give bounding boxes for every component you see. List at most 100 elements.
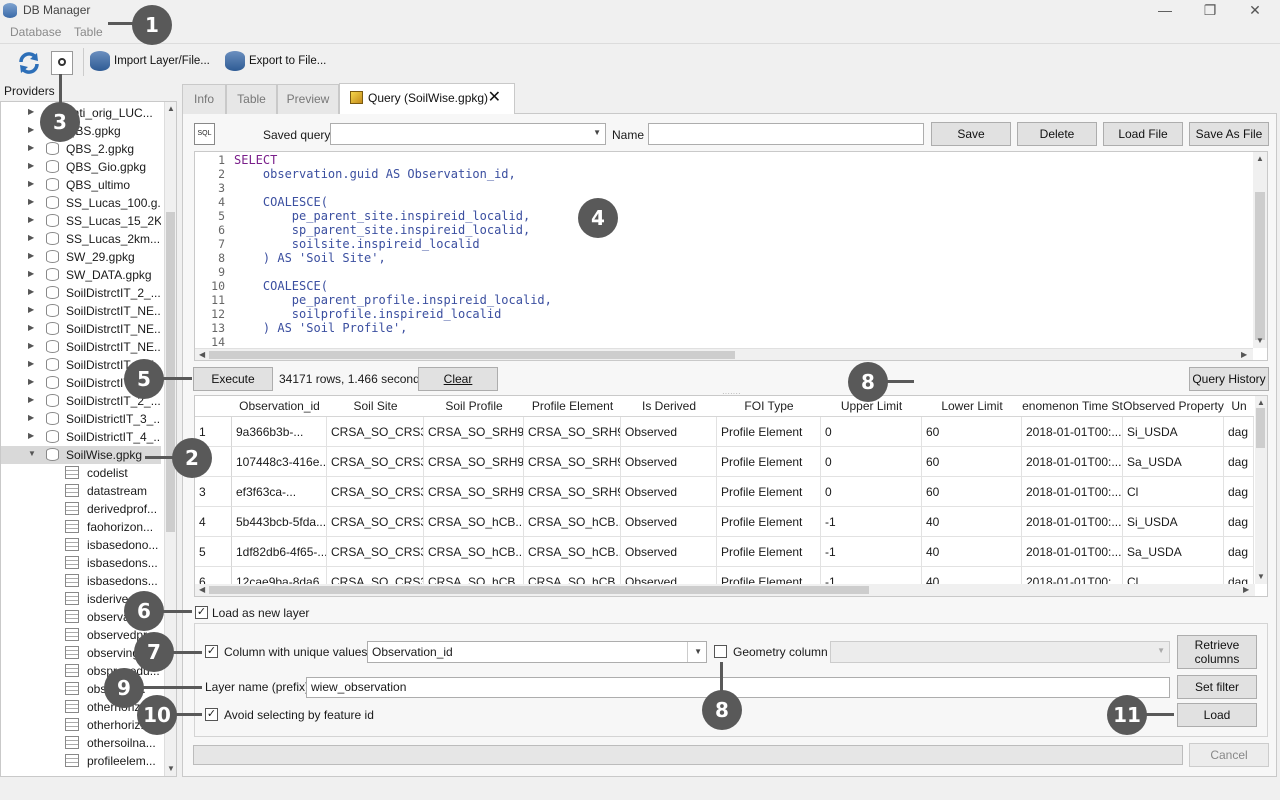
table-cell[interactable]: Si_USDA — [1123, 507, 1224, 537]
table-cell[interactable]: Sa_USDA — [1123, 537, 1224, 567]
table-cell[interactable]: ef3f63ca-... — [232, 477, 327, 507]
set-filter-button[interactable]: Set filter — [1177, 675, 1257, 699]
chevron-right-icon[interactable]: ▶ — [28, 287, 34, 296]
table-cell[interactable]: 107448c3-416e... — [232, 447, 327, 477]
tree-item-provider[interactable]: ▶ QBS.gpkg — [1, 122, 161, 140]
unique-column-combo[interactable]: Observation_id ▼ — [367, 641, 707, 663]
table-cell[interactable]: Profile Element — [717, 507, 821, 537]
table-cell[interactable]: 60 — [922, 477, 1022, 507]
column-header[interactable]: Soil Site — [327, 396, 424, 417]
table-cell[interactable]: CRSA_SO_hCB... — [524, 537, 621, 567]
scroll-up-icon[interactable]: ▲ — [167, 104, 175, 113]
tree-item-provider[interactable]: ▶ SW_29.gpkg — [1, 248, 161, 266]
query-history-button[interactable]: Query History — [1189, 367, 1269, 391]
table-cell[interactable]: CRSA_SO_hCB... — [524, 507, 621, 537]
tree-item-table[interactable]: codelist — [1, 464, 161, 482]
avoid-selecting-checkbox[interactable]: ✓ — [205, 708, 218, 721]
scroll-down-icon[interactable]: ▼ — [1257, 572, 1265, 581]
scroll-left-icon[interactable]: ◀ — [199, 585, 205, 594]
row-header[interactable]: 5 — [195, 537, 232, 567]
table-cell[interactable]: 2018-01-01T00:... — [1022, 447, 1123, 477]
table-cell[interactable]: 0 — [821, 477, 922, 507]
menu-table[interactable]: Table — [74, 25, 103, 39]
table-cell[interactable]: Observed — [621, 477, 717, 507]
query-name-input[interactable] — [648, 123, 924, 145]
tree-item-provider[interactable]: ▶ SW_DATA.gpkg — [1, 266, 161, 284]
results-table[interactable]: Observation_id Soil Site Soil Profile Profi… — [194, 395, 1268, 597]
chevron-right-icon[interactable]: ▶ — [28, 197, 34, 206]
tree-item-provider[interactable]: ▶ QBS_2.gpkg — [1, 140, 161, 158]
table-cell[interactable]: dag — [1224, 417, 1254, 447]
maximize-icon[interactable]: ❐ — [1195, 1, 1225, 21]
chevron-right-icon[interactable]: ▶ — [28, 233, 34, 242]
tree-item-table[interactable]: derivedprof... — [1, 500, 161, 518]
table-cell[interactable]: 1df82db6-4f65-... — [232, 537, 327, 567]
chevron-right-icon[interactable]: ▶ — [28, 179, 34, 188]
chevron-right-icon[interactable]: ▶ — [28, 251, 34, 260]
tree-item-selected[interactable]: ▼ SoilWise.gpkg — [1, 446, 161, 464]
table-cell[interactable]: 40 — [922, 507, 1022, 537]
tree-item-provider[interactable]: ▶ SS_Lucas_2km.... — [1, 230, 161, 248]
retrieve-columns-button[interactable]: Retrieve columns — [1177, 635, 1257, 669]
chevron-right-icon[interactable]: ▶ — [28, 377, 34, 386]
editor-vscrollbar[interactable]: ▲ ▼ — [1253, 152, 1267, 348]
table-cell[interactable]: dag — [1224, 507, 1254, 537]
table-cell[interactable]: 2018-01-01T00:... — [1022, 507, 1123, 537]
table-cell[interactable]: CRSA_SO_SRH9... — [524, 447, 621, 477]
tree-item-provider[interactable]: ▶ SS_Lucas_15_2K... — [1, 212, 161, 230]
editor-hscrollbar[interactable]: ◀ ▶ — [195, 348, 1253, 360]
table-cell[interactable]: 2018-01-01T00:... — [1022, 537, 1123, 567]
chevron-right-icon[interactable]: ▶ — [28, 305, 34, 314]
table-cell[interactable]: -1 — [821, 537, 922, 567]
chevron-right-icon[interactable]: ▶ — [28, 125, 34, 134]
table-cell[interactable]: CRSA_SO_SRH9... — [424, 417, 524, 447]
table-cell[interactable]: 60 — [922, 417, 1022, 447]
scroll-up-icon[interactable]: ▲ — [1256, 154, 1264, 163]
table-cell[interactable]: CRSA_SO_hCB... — [424, 537, 524, 567]
table-cell[interactable]: dag — [1224, 477, 1254, 507]
table-cell[interactable]: Observed — [621, 537, 717, 567]
results-vscrollbar[interactable]: ▲ ▼ — [1255, 396, 1267, 584]
sql-icon-button[interactable]: SQL — [194, 123, 215, 145]
tree-item-table[interactable]: profileelem... — [1, 752, 161, 770]
execute-button[interactable]: Execute — [193, 367, 273, 391]
column-header[interactable]: Soil Profile — [424, 396, 524, 417]
table-cell[interactable]: 5b443bcb-5fda... — [232, 507, 327, 537]
load-button[interactable]: Load — [1177, 703, 1257, 727]
chevron-down-icon[interactable]: ▼ — [687, 642, 702, 662]
providers-tree[interactable]: ▶ anti_orig_LUC... ▶ QBS.gpkg ▶ QBS_2.gpkg ▶ QB… — [0, 101, 177, 777]
tree-item-provider[interactable]: ▶ SoilDistrctIT_NE... — [1, 320, 161, 338]
table-cell[interactable]: CRSA_SO_SRH9... — [424, 477, 524, 507]
table-cell[interactable]: dag — [1224, 537, 1254, 567]
chevron-right-icon[interactable]: ▶ — [28, 359, 34, 368]
chevron-right-icon[interactable]: ▶ — [28, 215, 34, 224]
tree-item-provider[interactable]: ▶ anti_orig_LUC... — [1, 104, 161, 122]
column-unique-checkbox[interactable]: ✓ — [205, 645, 218, 658]
load-file-button[interactable]: Load File — [1103, 122, 1183, 146]
chevron-right-icon[interactable]: ▶ — [28, 323, 34, 332]
table-cell[interactable]: CRSA_SO_CRS3... — [327, 417, 424, 447]
table-cell[interactable]: Observed — [621, 447, 717, 477]
scroll-down-icon[interactable]: ▼ — [167, 764, 175, 773]
tab-table[interactable]: Table — [226, 84, 277, 114]
tree-item-provider[interactable]: ▶ SoilDistrctIT_2_... — [1, 284, 161, 302]
table-cell[interactable]: Observed — [621, 507, 717, 537]
refresh-button[interactable] — [16, 50, 42, 76]
geometry-column-combo[interactable]: ▼ — [830, 641, 1170, 663]
saved-query-combo[interactable]: ▼ — [330, 123, 606, 145]
layer-name-input[interactable]: wiew_observation — [306, 677, 1170, 698]
table-cell[interactable]: 0 — [821, 417, 922, 447]
cancel-button[interactable]: Cancel — [1189, 743, 1269, 767]
import-layer-button[interactable]: Import Layer/File... — [90, 51, 210, 71]
table-cell[interactable]: CRSA_SO_CRS3... — [327, 537, 424, 567]
close-icon[interactable]: ✕ — [1240, 1, 1270, 21]
tab-info[interactable]: Info — [182, 84, 226, 114]
table-cell[interactable]: Sa_USDA — [1123, 447, 1224, 477]
column-header[interactable]: enomenon Time St — [1022, 396, 1123, 417]
column-header[interactable]: FOI Type — [717, 396, 821, 417]
chevron-right-icon[interactable]: ▶ — [28, 341, 34, 350]
info-button[interactable] — [51, 51, 73, 75]
tab-preview[interactable]: Preview — [277, 84, 339, 114]
scroll-up-icon[interactable]: ▲ — [1257, 398, 1265, 407]
table-cell[interactable]: Profile Element — [717, 417, 821, 447]
